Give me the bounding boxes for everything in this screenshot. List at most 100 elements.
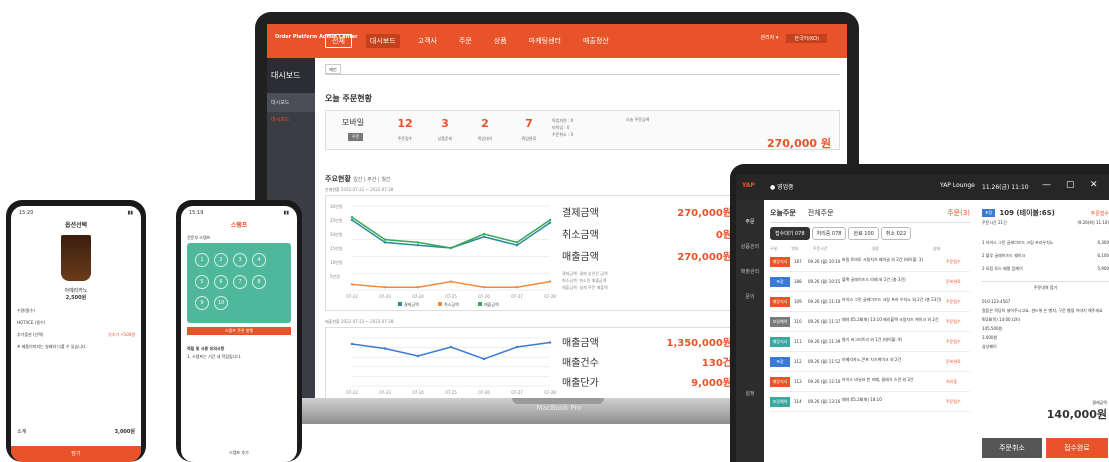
order-desc: 아이스 그린 글레이즈드 크림 프라 우치노 외 2건 (총 23건) xyxy=(842,296,942,302)
stamp-add[interactable]: 스탬프 추가 xyxy=(181,450,297,456)
revenue-line-chart: 07-22 07-23 07-24 07-25 07-26 07-27 07-28 xyxy=(346,337,556,395)
order-detail: 포장 109 (테이블:6S) 주문접수 주문시간 21건 (9.26(화) 11… xyxy=(982,208,1109,421)
channel-name: 모바일 xyxy=(342,118,365,127)
mini-stat: 미픽업 : 0 xyxy=(552,125,570,130)
x-tick-label: 07-22 xyxy=(346,390,358,395)
x-tick-label: 07-23 xyxy=(379,390,391,395)
nav-dashboard[interactable]: 대시보드 xyxy=(365,34,400,48)
alert-badge[interactable]: 주문(3) xyxy=(947,208,970,218)
order-row[interactable]: 포장예약 110 09.26 (월) 11:37 예약:05.28(화) 13:10 … xyxy=(770,312,970,332)
order-time: 09.26 (월) 11:39 xyxy=(808,338,841,344)
discount: 3,000원 xyxy=(982,335,998,340)
close-icon[interactable]: ✕ xyxy=(1090,180,1098,190)
order-number: 187 xyxy=(794,259,802,264)
period-tabs[interactable]: 일간 | 주간 | 월간 xyxy=(353,177,390,183)
nav-sales[interactable]: 매출관리 xyxy=(736,268,764,275)
order-row[interactable]: 포장예약 114 09.26 (월) 13:16 예약:05.28(화) 18:10 주… xyxy=(770,392,970,412)
add-cart-button[interactable]: 담기 xyxy=(11,446,141,462)
order-row[interactable]: 매장식사 111 09.26 (월) 11:39 딸기 바그티트리 외 1건 (테이블… xyxy=(770,332,970,352)
mini-stats: 픽업지연 : 0 미픽업 : 0 주문취소 : 0 xyxy=(552,117,573,138)
user-area: 관리자 ▾ 한국어(KO) xyxy=(760,34,827,43)
order-time: 09.26 (월) 12:10 xyxy=(808,378,841,384)
nav-settlement[interactable]: 매출정산 xyxy=(579,34,613,48)
nav-clients[interactable]: 고객사 xyxy=(414,34,441,48)
x-tick-label: 07-27 xyxy=(511,294,523,299)
order-row[interactable]: 매장식사 109 09.26 (월) 11:10 아이스 그린 글레이즈드 크림 프라… xyxy=(770,292,970,312)
nav-inquiry[interactable]: 문의 xyxy=(736,293,764,300)
order-row[interactable]: 매장식사 113 09.26 (월) 12:10 아이스 바닐라 빈 라떼, 클래식 … xyxy=(770,372,970,392)
hotice-row[interactable]: HOT/ICE (필수) xyxy=(17,317,135,329)
coffee-image xyxy=(61,235,91,281)
kpi-waiting[interactable]: 2 픽업대기 xyxy=(470,117,500,142)
nav-marketing[interactable]: 마케팅센터 xyxy=(525,34,565,48)
order-time: 09.26 (월) 11:52 xyxy=(808,358,841,364)
qty-row[interactable]: 수량(필수) xyxy=(17,305,135,317)
accept-order-button[interactable]: 접수완료 xyxy=(1046,438,1108,458)
sales-line-chart: 07-22 07-23 07-24 07-25 07-26 07-27 07-28 5만원 10… xyxy=(330,203,556,307)
order-type-tag: 포장 xyxy=(770,276,790,287)
order-type-tag: 포장 xyxy=(770,356,790,367)
nav-orders[interactable]: 주문 xyxy=(455,34,476,48)
order-row[interactable]: 포장 112 09.26 (월) 11:52 아메리카노,콘프 치즈케이크 외 2건 준… xyxy=(770,352,970,372)
product-name: 아메리카노 xyxy=(64,288,88,294)
sum-row: 매출단가 9,000원 xyxy=(562,378,732,389)
order-status: 주문접수 xyxy=(946,298,961,304)
pos-time: 11.26(금) 11:10 xyxy=(982,184,1029,191)
y-tick-label: 20만원 xyxy=(330,231,343,237)
today-total-label: 오늘 주문금액 xyxy=(626,117,650,122)
lang-select[interactable]: 한국어(KO) xyxy=(786,34,827,43)
nav-orders[interactable]: 주문 xyxy=(736,218,764,225)
y-tick-label: 25만원 xyxy=(330,217,343,223)
tab-main[interactable]: 메인 xyxy=(325,64,341,74)
order-number: 188 xyxy=(794,279,802,284)
nav-settings[interactable]: 설정 xyxy=(736,390,764,397)
kpi-preparing[interactable]: 3 상품준비 xyxy=(430,117,460,142)
series-line xyxy=(351,219,551,249)
pill-done[interactable]: 완료 100 xyxy=(848,227,879,240)
data-point xyxy=(548,341,552,344)
sum-row: 매출금액 1,350,000원 xyxy=(562,338,732,349)
pill-processing[interactable]: 처리중 078 xyxy=(811,227,847,240)
order-desc: 딸기 바그티트리 외 1건 (테이블: 9) xyxy=(842,336,903,342)
nav-all[interactable]: 전체 xyxy=(325,34,352,48)
admin-nav: 전체 대시보드 고객사 주문 상품 마케팅센터 매출정산 xyxy=(325,34,613,48)
order-time: 09.26 (월) 10:10 xyxy=(808,258,841,264)
tab-today[interactable]: 오늘주문 xyxy=(770,208,796,218)
pill-cancel[interactable]: 취소 022 xyxy=(880,227,912,240)
x-tick-label: 07-28 xyxy=(544,294,556,299)
cancel-order-button[interactable]: 주문취소 xyxy=(982,438,1042,458)
order-status: 주문접수 xyxy=(946,258,961,264)
pay-method: 삼성페이 xyxy=(982,344,997,349)
stamp-slot: 7 xyxy=(233,274,247,289)
user-menu[interactable]: 관리자 ▾ xyxy=(760,34,778,43)
order-row[interactable]: 매장식사 187 09.26 (월) 10:10 바질 토마토 크림치즈 베이글 외 … xyxy=(770,252,970,272)
nav-products[interactable]: 상품관리 xyxy=(736,243,764,250)
data-point xyxy=(515,241,519,244)
kpi-done[interactable]: 7 픽업완료 xyxy=(514,117,544,142)
pill-waiting[interactable]: 접수대기 078 xyxy=(770,227,810,240)
sidebar-sub-dashboard[interactable]: 대시보드 xyxy=(267,112,315,127)
tab-all[interactable]: 전체주문 xyxy=(808,208,834,218)
data-point xyxy=(515,345,519,349)
y-tick-label: 30만원 xyxy=(330,203,343,209)
legend-label: 결제금액 xyxy=(404,301,419,307)
pos-status[interactable]: ● 영업중 xyxy=(770,182,794,191)
legend-swatch xyxy=(438,302,442,306)
sidebar-item-dashboard[interactable]: 대시보드 xyxy=(267,93,315,112)
nav-products[interactable]: 상품 xyxy=(490,34,511,48)
channel-badge: 주문 xyxy=(348,133,364,141)
stamp-issue-button[interactable]: 스탬프 쿠폰 발행 xyxy=(187,327,291,335)
order-row[interactable]: 포장 188 09.26 (월) 10:15 블랙 글레이즈드 라떼 외 2건 (총 … xyxy=(770,272,970,292)
kpi-received[interactable]: 12 주문접수 xyxy=(390,117,420,142)
data-point xyxy=(416,244,420,247)
collapse-toggle[interactable]: 주문내역 접기 xyxy=(982,281,1109,291)
data-point xyxy=(416,354,420,358)
window-icon[interactable]: ▢ xyxy=(1066,180,1075,190)
stamp-board: 1 2 3 4 5 6 7 8 9 10 xyxy=(187,243,291,323)
detail-head: 포장 109 (테이블:6S) 주문접수 xyxy=(982,208,1109,218)
tablet-frame: YAP ● 영업중 YAP Lounge 11.26(금) 11:10 — ▢ … xyxy=(730,164,1109,462)
addon-row[interactable]: 추가옵션 (선택) 샷추가 +500원 xyxy=(17,329,135,341)
x-tick-label: 07-24 xyxy=(412,294,424,299)
minimize-icon[interactable]: — xyxy=(1042,180,1051,190)
x-tick-label: 07-22 xyxy=(346,294,358,299)
